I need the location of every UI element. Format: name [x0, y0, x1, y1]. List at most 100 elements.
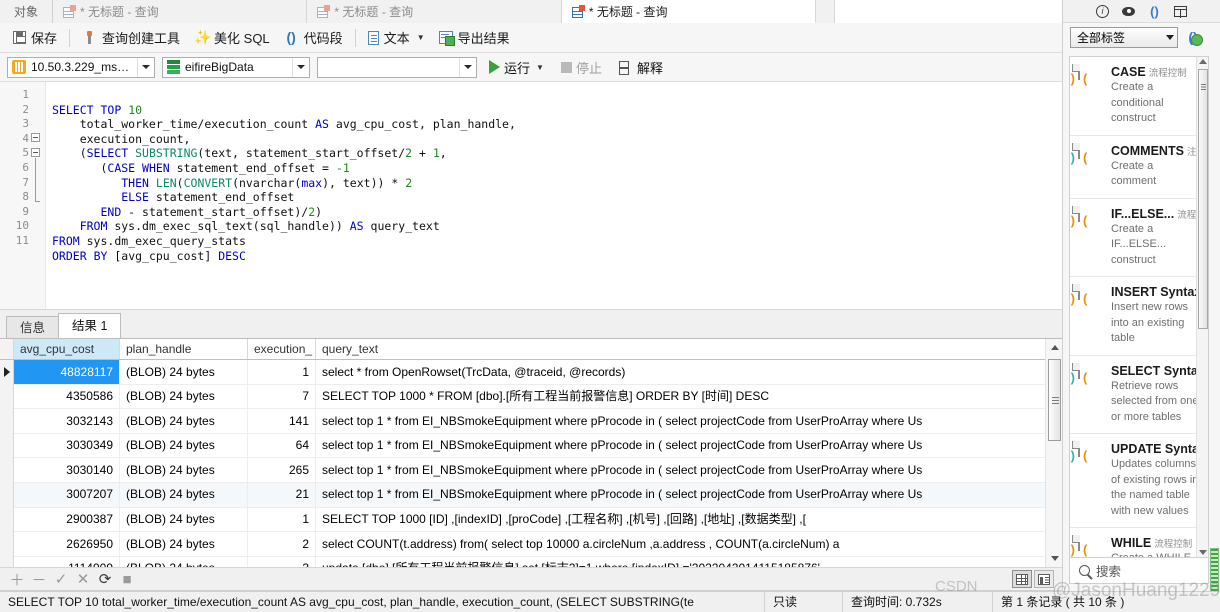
- cell-avg-cpu-cost[interactable]: 3032143: [14, 408, 120, 434]
- database-select-arrow[interactable]: [292, 57, 309, 77]
- column-header-query-text[interactable]: query_text: [316, 339, 1062, 359]
- cell-avg-cpu-cost[interactable]: 2900387: [14, 507, 120, 532]
- cell-query-text[interactable]: update [dbo].[所有工程当前报警信息] set [标志2]=1 wh…: [316, 556, 1062, 567]
- cell-execution-count[interactable]: 1: [248, 359, 316, 385]
- list-item[interactable]: () WHILE流程控制 Create a WHILE construct. T…: [1070, 528, 1208, 557]
- grid-view-button[interactable]: [1012, 570, 1032, 588]
- row-marker[interactable]: [0, 408, 14, 434]
- database-select[interactable]: eifireBigData: [162, 56, 310, 78]
- query-builder-button[interactable]: 查询创建工具: [75, 26, 187, 50]
- table-row[interactable]: 3007207 (BLOB) 24 bytes 21 select top 1 …: [0, 482, 1062, 508]
- schema-select[interactable]: [317, 56, 477, 78]
- table-row[interactable]: 4350586 (BLOB) 24 bytes 7 SELECT TOP 100…: [0, 384, 1062, 410]
- cell-query-text[interactable]: select top 1 * from EI_NBSmokeEquipment …: [316, 458, 1062, 483]
- row-marker[interactable]: [0, 482, 14, 508]
- table-grid-icon[interactable]: [1173, 3, 1189, 19]
- list-item[interactable]: () CASE 流程控制 Create a conditional constru…: [1070, 57, 1208, 136]
- table-row[interactable]: 3030140 (BLOB) 24 bytes 265 select top 1…: [0, 457, 1062, 483]
- cell-query-text[interactable]: SELECT TOP 1000 * FROM [dbo].[所有工程当前报警信息…: [316, 384, 1062, 409]
- fold-toggle-line-4[interactable]: [31, 133, 40, 142]
- server-select[interactable]: 10.50.3.229_mssql: [7, 56, 155, 78]
- sql-code-text[interactable]: SELECT TOP 10 total_worker_time/executio…: [46, 88, 1062, 308]
- row-marker[interactable]: [0, 433, 14, 458]
- row-marker[interactable]: [0, 507, 14, 532]
- cell-execution-count[interactable]: 3: [248, 556, 316, 567]
- confirm-button[interactable]: ✓: [51, 570, 71, 588]
- cell-plan-handle[interactable]: (BLOB) 24 bytes: [120, 531, 248, 557]
- cell-execution-count[interactable]: 7: [248, 384, 316, 409]
- eye-icon[interactable]: [1121, 3, 1137, 19]
- row-marker[interactable]: [0, 531, 14, 557]
- list-item[interactable]: () SELECT Syntax Retrieve rows selected …: [1070, 356, 1208, 434]
- list-item[interactable]: () INSERT Syntax Insert new rows into an…: [1070, 277, 1208, 356]
- explain-button[interactable]: 解释: [614, 56, 668, 79]
- list-item[interactable]: () COMMENTS 注 Create a comment: [1070, 136, 1208, 199]
- cell-execution-count[interactable]: 141: [248, 408, 316, 434]
- schema-select-arrow[interactable]: [459, 57, 476, 77]
- fold-toggle-line-5[interactable]: [31, 148, 40, 157]
- row-marker[interactable]: [0, 556, 14, 567]
- snippet-scrollbar-thumb[interactable]: [1198, 69, 1208, 329]
- cell-plan-handle[interactable]: (BLOB) 24 bytes: [120, 556, 248, 567]
- tab-messages[interactable]: 信息: [6, 316, 60, 338]
- tag-filter-select[interactable]: 全部标签: [1070, 26, 1178, 48]
- cell-avg-cpu-cost[interactable]: 2626950: [14, 531, 120, 557]
- cell-avg-cpu-cost[interactable]: 4350586: [14, 384, 120, 409]
- snippet-list[interactable]: () CASE 流程控制 Create a conditional constru…: [1069, 56, 1209, 558]
- info-icon[interactable]: i: [1095, 3, 1111, 19]
- cell-plan-handle[interactable]: (BLOB) 24 bytes: [120, 384, 248, 409]
- cell-avg-cpu-cost[interactable]: 1114909: [14, 556, 120, 567]
- beautify-sql-button[interactable]: ✨ 美化 SQL: [187, 26, 277, 50]
- table-row[interactable]: 3032143 (BLOB) 24 bytes 141 select top 1…: [0, 408, 1062, 434]
- tab-result-1[interactable]: 结果 1: [58, 313, 122, 338]
- cell-avg-cpu-cost[interactable]: 3030349: [14, 433, 120, 458]
- table-row[interactable]: 1114909 (BLOB) 24 bytes 3 update [dbo].[…: [0, 556, 1062, 567]
- sql-editor[interactable]: 1 2 3 4 5 6 7 8 9 10 11 SELECT TOP 10 to…: [0, 82, 1062, 310]
- grid-scrollbar-thumb[interactable]: [1048, 359, 1061, 441]
- server-select-arrow[interactable]: [137, 57, 154, 77]
- row-marker[interactable]: [0, 457, 14, 483]
- snippet-list-scrollbar[interactable]: [1196, 57, 1208, 557]
- code-snippet-button[interactable]: () 代码段: [277, 26, 350, 50]
- cell-execution-count[interactable]: 64: [248, 433, 316, 458]
- grid-vertical-scrollbar[interactable]: [1045, 339, 1062, 567]
- result-grid[interactable]: avg_cpu_cost plan_handle execution_ quer…: [0, 339, 1062, 567]
- text-mode-button[interactable]: 文本 ▼: [361, 26, 432, 50]
- run-button[interactable]: 运行 ▼: [484, 56, 549, 79]
- chevron-down-icon[interactable]: [1166, 34, 1174, 40]
- tab-query-3[interactable]: * 无标题 - 查询: [561, 0, 817, 23]
- list-item[interactable]: () UPDATE Syntax Updates columns of exis…: [1070, 434, 1208, 528]
- tab-query-1[interactable]: * 无标题 - 查询: [53, 0, 308, 23]
- cell-query-text[interactable]: select COUNT(t.address) from( select top…: [316, 532, 1062, 557]
- tab-objects[interactable]: 对象: [0, 0, 54, 23]
- cell-execution-count[interactable]: 265: [248, 457, 316, 483]
- column-header-execution-count[interactable]: execution_: [248, 339, 316, 359]
- cell-plan-handle[interactable]: (BLOB) 24 bytes: [120, 482, 248, 508]
- tab-query-2[interactable]: * 无标题 - 查询: [307, 0, 562, 23]
- table-row[interactable]: 2900387 (BLOB) 24 bytes 1 SELECT TOP 100…: [0, 507, 1062, 533]
- cell-query-text[interactable]: select top 1 * from EI_NBSmokeEquipment …: [316, 433, 1062, 458]
- cell-plan-handle[interactable]: (BLOB) 24 bytes: [120, 457, 248, 483]
- cell-query-text[interactable]: select top 1 * from EI_NBSmokeEquipment …: [316, 482, 1062, 507]
- snippet-search-box[interactable]: 搜索: [1069, 558, 1209, 584]
- table-row[interactable]: 3030349 (BLOB) 24 bytes 64 select top 1 …: [0, 433, 1062, 459]
- cell-plan-handle[interactable]: (BLOB) 24 bytes: [120, 433, 248, 458]
- row-marker[interactable]: [0, 359, 14, 385]
- add-snippet-icon[interactable]: () +: [1182, 28, 1204, 46]
- column-header-plan-handle[interactable]: plan_handle: [120, 339, 248, 359]
- cell-avg-cpu-cost[interactable]: 3007207: [14, 482, 120, 508]
- cell-plan-handle[interactable]: (BLOB) 24 bytes: [120, 408, 248, 434]
- cell-query-text[interactable]: SELECT TOP 1000 [ID] ,[indexID] ,[proCod…: [316, 507, 1062, 532]
- scroll-up-icon[interactable]: [1199, 59, 1207, 64]
- cell-plan-handle[interactable]: (BLOB) 24 bytes: [120, 359, 248, 385]
- cancel-button[interactable]: ✕: [73, 570, 93, 588]
- column-header-avg-cpu-cost[interactable]: avg_cpu_cost: [14, 339, 120, 359]
- list-item[interactable]: () IF...ELSE... 流程控 Create a IF...ELSE...…: [1070, 199, 1208, 277]
- cell-avg-cpu-cost[interactable]: 48828117: [14, 359, 120, 385]
- cell-execution-count[interactable]: 2: [248, 531, 316, 557]
- scroll-down-icon[interactable]: [1046, 550, 1063, 567]
- code-icon[interactable]: (): [1147, 3, 1163, 19]
- table-row[interactable]: 48828117 (BLOB) 24 bytes 1 select * from…: [0, 359, 1062, 385]
- chevron-down-icon[interactable]: ▼: [417, 33, 425, 42]
- cell-execution-count[interactable]: 21: [248, 482, 316, 508]
